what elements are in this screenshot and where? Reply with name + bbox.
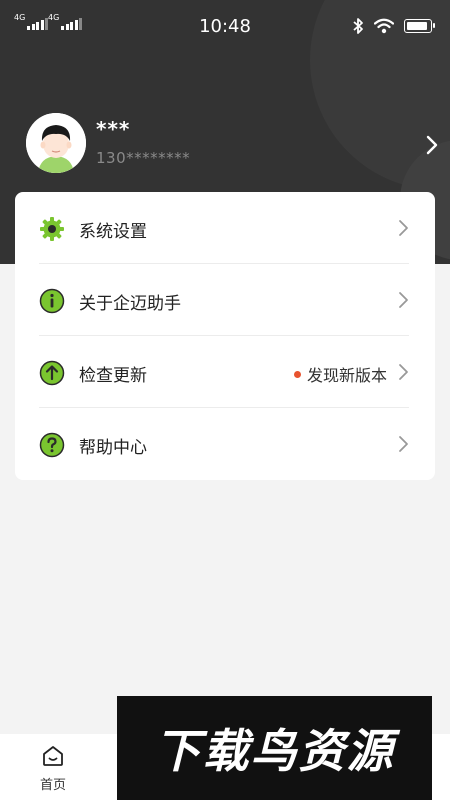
status-bar: 4G 4G 10:48 [0, 0, 450, 52]
nav-tab-home[interactable]: 首页 [28, 742, 78, 798]
avatar[interactable] [26, 113, 86, 173]
nav-tab-label: 首页 [39, 778, 66, 793]
new-version-text: 发现新版本 [306, 366, 387, 385]
menu-item-label: 检查更新 [79, 366, 147, 386]
watermark-overlay: 下载鸟资源 [117, 696, 432, 800]
menu-item-label: 关于企迈助手 [79, 294, 181, 314]
user-phone: 130******** [96, 149, 191, 167]
gear-icon [40, 217, 64, 241]
settings-menu: 系统设置 关于企迈助手 检查更新 发现新版本 帮助中心 [15, 192, 435, 480]
upgrade-icon [39, 360, 65, 386]
watermark-text: 下载鸟资源 [154, 724, 395, 778]
user-avatar-icon [26, 113, 86, 173]
bluetooth-icon [353, 18, 363, 34]
chevron-right-icon [399, 292, 408, 308]
chevron-right-icon[interactable] [422, 133, 442, 157]
chevron-right-icon [399, 436, 408, 452]
profile-section[interactable]: *** 130******** [26, 113, 438, 175]
menu-item-label: 系统设置 [79, 222, 147, 242]
notification-dot [293, 370, 301, 378]
menu-item-check-update[interactable]: 检查更新 发现新版本 [15, 336, 435, 408]
new-version-notice: 发现新版本 [293, 362, 387, 386]
info-icon [39, 288, 65, 314]
wifi-icon [374, 18, 394, 34]
chevron-right-icon [399, 220, 408, 236]
user-name: *** [96, 117, 131, 141]
menu-item-help-center[interactable]: 帮助中心 [15, 408, 435, 480]
help-icon [39, 432, 65, 458]
chevron-right-icon [399, 364, 408, 380]
menu-item-about[interactable]: 关于企迈助手 [15, 264, 435, 336]
menu-item-system-settings[interactable]: 系统设置 [15, 192, 435, 264]
battery-icon [404, 19, 435, 33]
home-icon [43, 746, 63, 766]
status-icons [352, 17, 435, 35]
menu-item-label: 帮助中心 [79, 438, 147, 458]
